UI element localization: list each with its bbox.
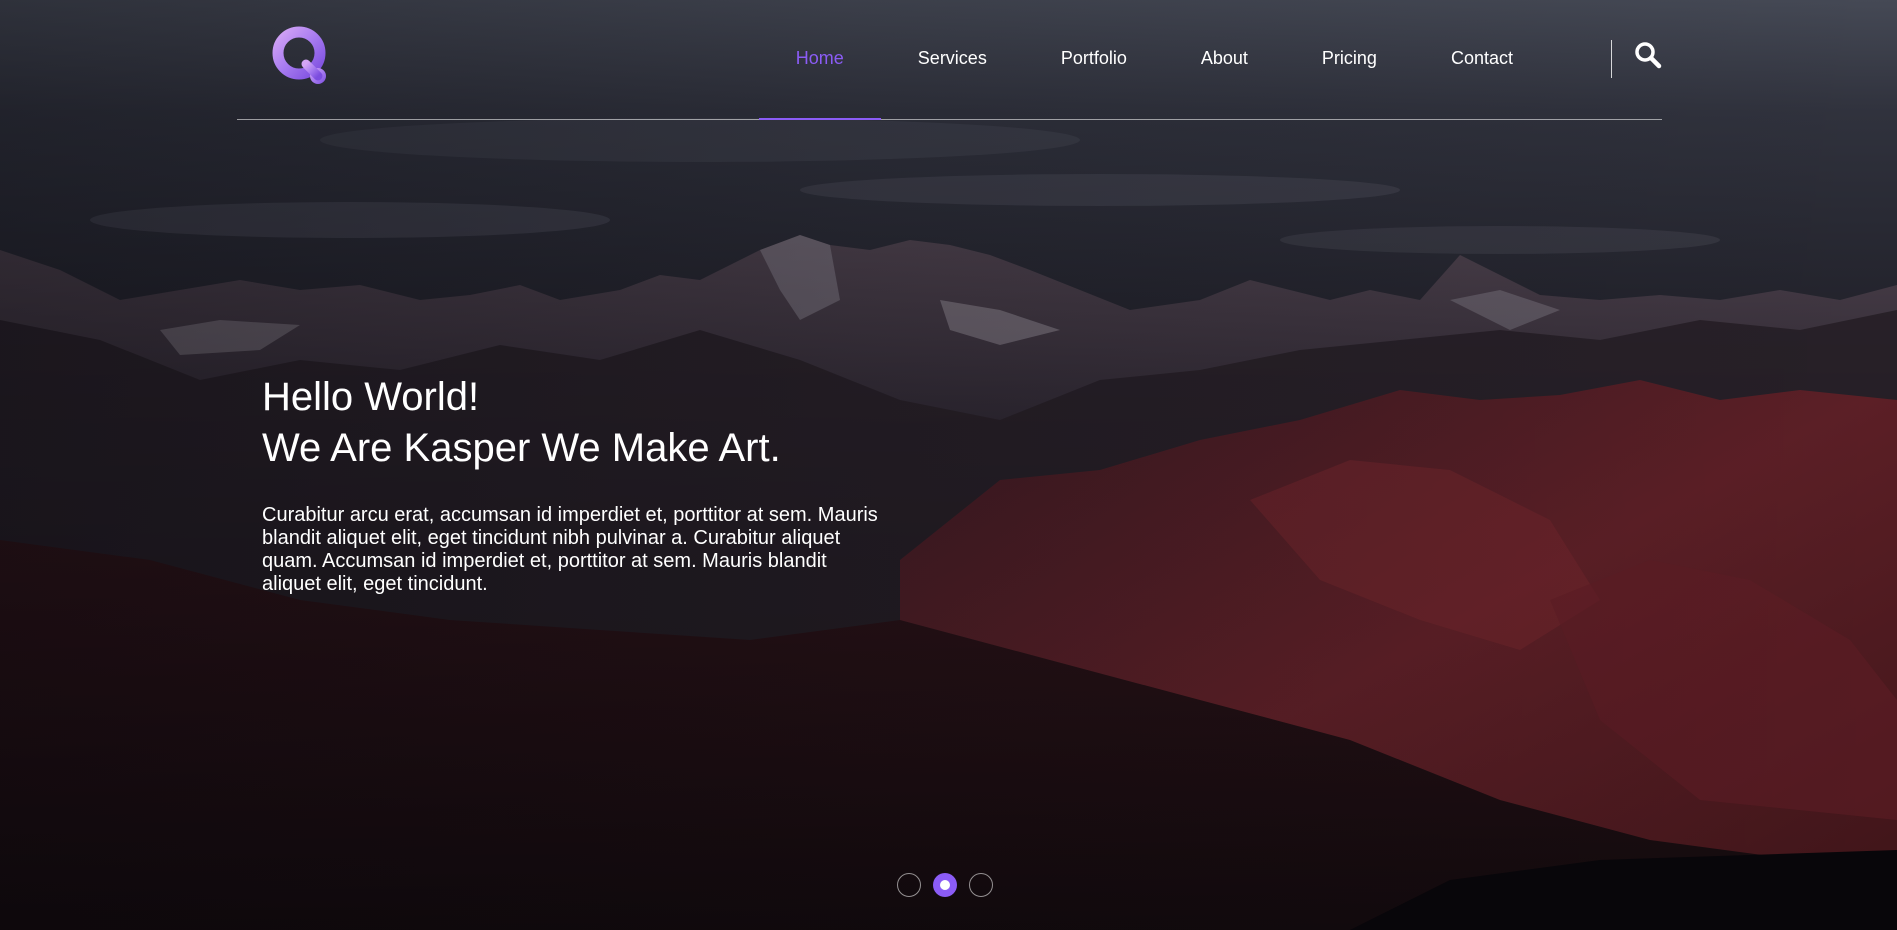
hero-description: Curabitur arcu erat, accumsan id imperdi…	[262, 504, 878, 595]
site-header: Home Services Portfolio About Pricing Co…	[237, 0, 1662, 120]
nav-item-portfolio[interactable]: Portfolio	[1024, 0, 1164, 119]
nav-item-pricing[interactable]: Pricing	[1285, 0, 1414, 119]
slider-bullets	[897, 873, 993, 897]
q-logo-icon[interactable]	[272, 26, 334, 88]
nav-item-home[interactable]: Home	[758, 0, 881, 120]
nav-item-about[interactable]: About	[1164, 0, 1285, 119]
main-navigation: Home Services Portfolio About Pricing Co…	[758, 0, 1550, 120]
slider-bullet-3[interactable]	[969, 873, 993, 897]
nav-item-services[interactable]: Services	[881, 0, 1024, 119]
search-icon[interactable]	[1633, 40, 1663, 70]
slider-bullet-2[interactable]	[933, 873, 957, 897]
slider-bullet-1[interactable]	[897, 873, 921, 897]
hero-section: Home Services Portfolio About Pricing Co…	[0, 0, 1897, 930]
hero-title-line-2: We Are Kasper We Make Art.	[262, 426, 781, 470]
hero-content: Hello World! We Are Kasper We Make Art. …	[262, 372, 902, 596]
nav-item-contact[interactable]: Contact	[1414, 0, 1550, 119]
nav-divider	[1611, 40, 1612, 78]
hero-title-line-1: Hello World!	[262, 375, 480, 419]
hero-title: Hello World! We Are Kasper We Make Art.	[262, 372, 902, 474]
